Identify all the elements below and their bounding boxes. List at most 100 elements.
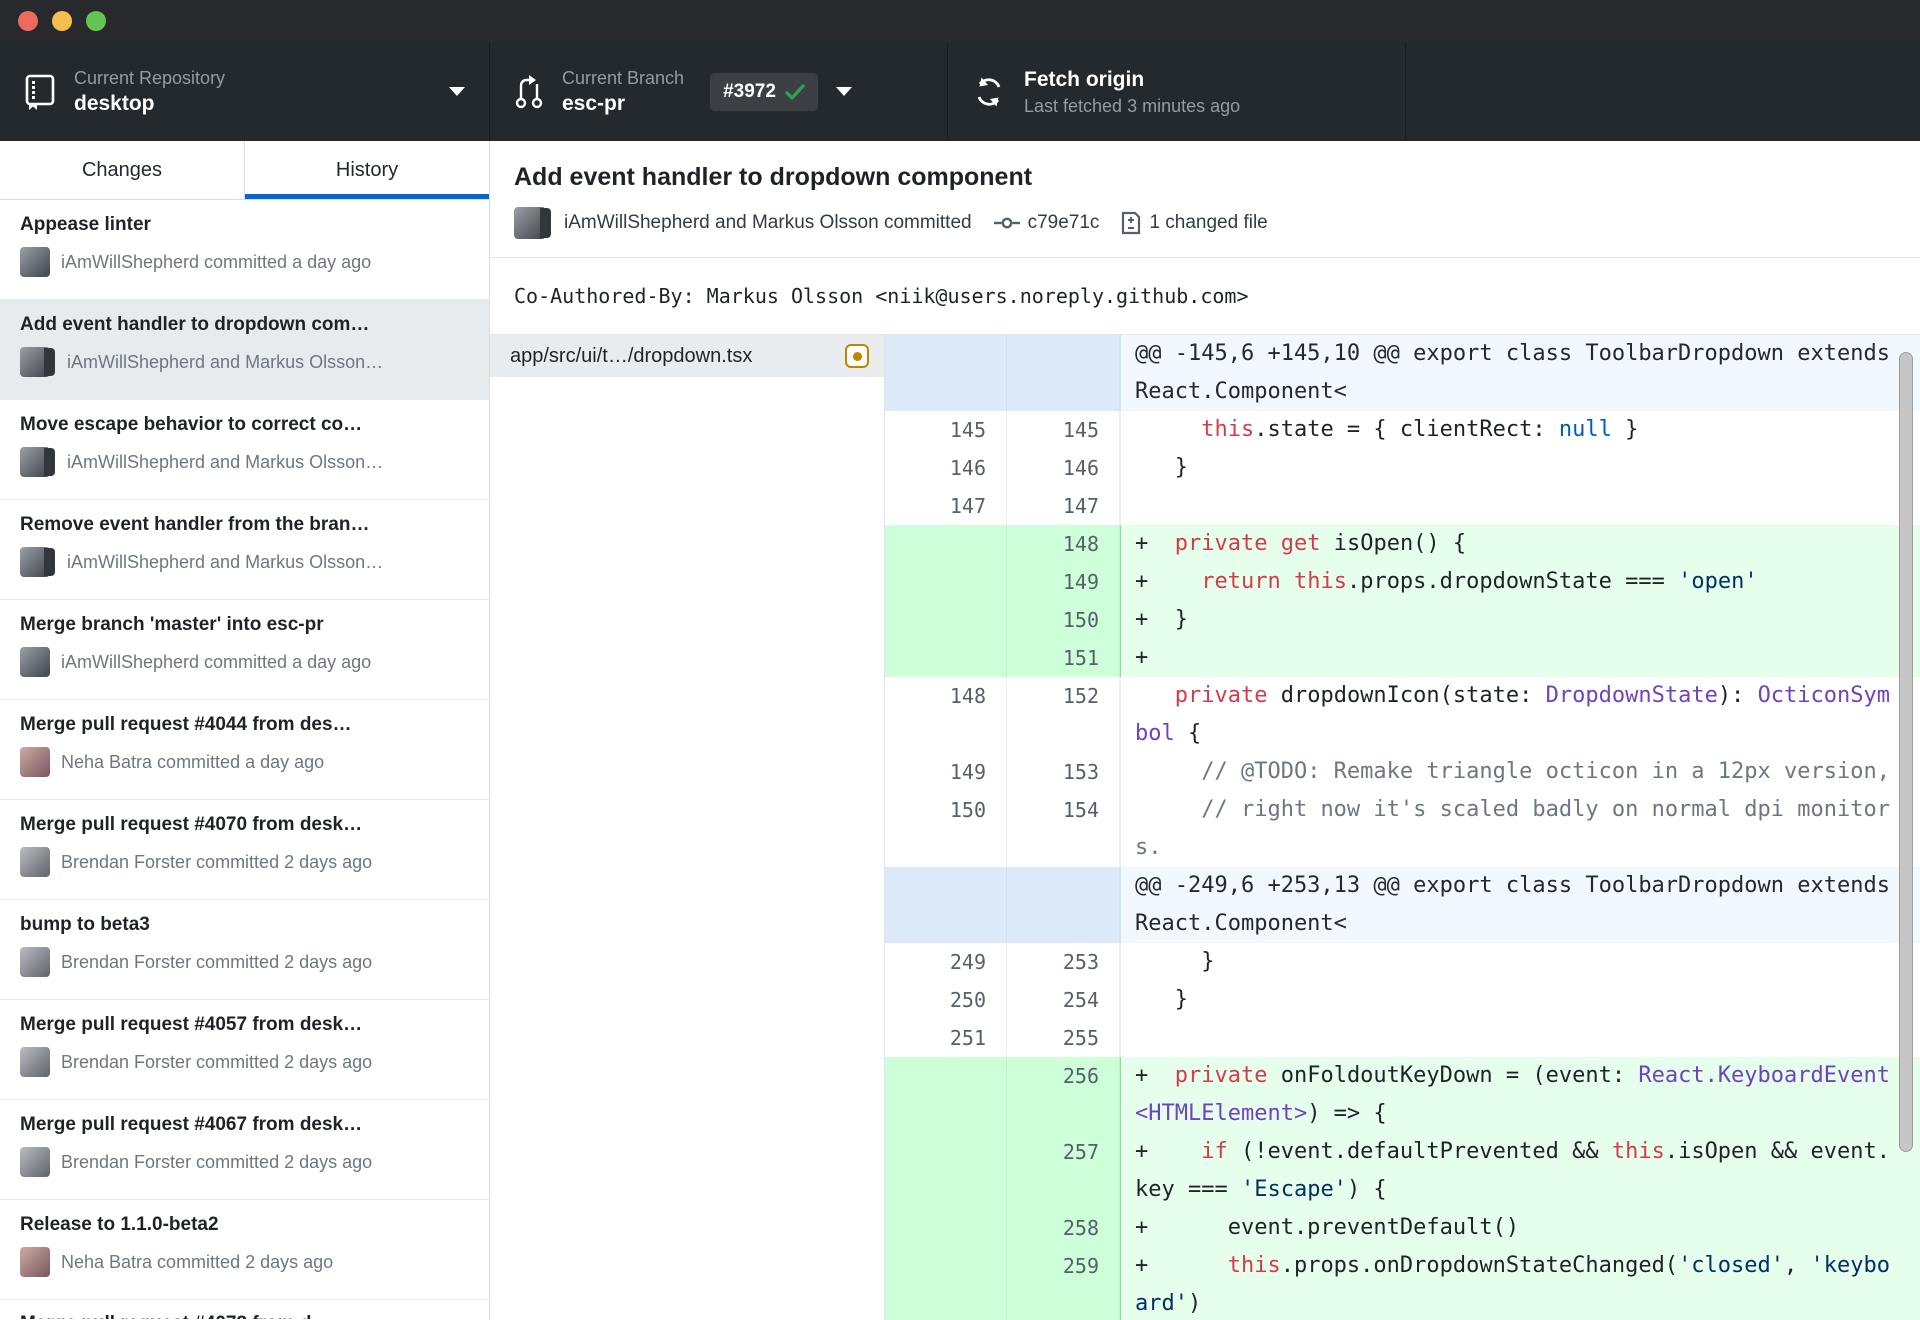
commit-list-item[interactable]: Appease linter iAmWillShepherd committed … [0, 200, 489, 300]
commit-list-item[interactable]: Merge pull request #4067 from desk… Brend… [0, 1100, 489, 1200]
commit-meta: Neha Batra committed a day ago [61, 751, 325, 772]
check-icon [785, 83, 805, 100]
commit-title: Add event handler to dropdown com… [20, 314, 370, 335]
diff-line: 251 255 [885, 1019, 1920, 1057]
diff-line: 151 + [885, 639, 1920, 677]
diff-view: app/src/ui/t…/dropdown.tsx @@ -145,6 +14… [490, 335, 1920, 1320]
sync-arrows-icon [972, 75, 1006, 109]
github-desktop-window: Current Repository desktop Current Branc… [0, 0, 1920, 1320]
line-number-gutter: 150 [1007, 601, 1120, 639]
diff-line: 149 153 // @TODO: Remake triangle octicon… [885, 753, 1920, 791]
line-number-gutter: 254 [1007, 981, 1120, 1019]
commit-list-item[interactable]: bump to beta3 Brendan Forster committed 2… [0, 900, 489, 1000]
avatar [20, 1047, 50, 1077]
line-number-gutter: 146 [1007, 449, 1120, 487]
commit-list-item[interactable]: Merge pull request #4070 from desk… Brend… [0, 800, 489, 900]
line-number-gutter: 152 [1007, 677, 1120, 753]
commit-meta: Neha Batra committed 2 days ago [61, 1251, 334, 1272]
line-number-gutter [885, 639, 1007, 677]
changed-files-panel: app/src/ui/t…/dropdown.tsx [490, 335, 885, 1320]
commit-meta: iAmWillShepherd committed a day ago [61, 251, 372, 272]
commit-list-item[interactable]: Release to 1.1.0-beta2 Neha Batra committ… [0, 1200, 489, 1300]
commit-title: Add event handler to dropdown component [514, 163, 1033, 191]
line-number-gutter [1007, 867, 1120, 943]
line-number-gutter [1007, 335, 1120, 411]
commit-list-item[interactable]: Add event handler to dropdown com… iAmWil… [0, 300, 489, 400]
diff-code-text: + } [1120, 601, 1920, 639]
commit-meta: Brendan Forster committed 2 days ago [61, 1051, 373, 1072]
caret-down-icon [449, 87, 465, 96]
commit-list-item[interactable]: Remove event handler from the bran… iAmWi… [0, 500, 489, 600]
diff-file-icon [1121, 211, 1141, 235]
commit-list-item[interactable]: Merge branch 'master' into esc-pr iAmWill… [0, 600, 489, 700]
fetch-origin-title: Fetch origin [1024, 67, 1145, 91]
diff-code-text: + this.props.onDropdownStateChanged('clo… [1120, 1247, 1920, 1320]
commit-list-item[interactable]: Merge pull request #4073 from d… [0, 1300, 489, 1319]
current-repository-label: Current Repository [74, 67, 226, 88]
commit-meta: Brendan Forster committed 2 days ago [61, 951, 373, 972]
commit-list-item[interactable]: Move escape behavior to correct co… iAmWi… [0, 400, 489, 500]
current-branch-value: esc-pr [562, 91, 626, 115]
commit-meta: iAmWillShepherd and Markus Olsson… [67, 451, 384, 472]
diff-code-text: private dropdownIcon(state: DropdownStat… [1120, 677, 1920, 753]
diff-code-text: } [1120, 449, 1920, 487]
diff-line: 250 254 } [885, 981, 1920, 1019]
current-repository-button[interactable]: Current Repository desktop [0, 42, 490, 141]
line-number-gutter: 153 [1007, 753, 1120, 791]
commit-sha[interactable]: c79e71c [1028, 212, 1100, 234]
avatar [20, 247, 50, 277]
line-number-gutter: 251 [885, 1019, 1007, 1057]
avatar [20, 747, 50, 777]
commit-title: Merge pull request #4057 from desk… [20, 1014, 363, 1035]
diff-line: 147 147 [885, 487, 1920, 525]
minimize-window-button[interactable] [52, 11, 72, 31]
line-number-gutter: 257 [1007, 1133, 1120, 1209]
commit-description: Co-Authored-By: Markus Olsson <niik@user… [490, 258, 1920, 335]
commit-list-item[interactable]: Merge pull request #4057 from desk… Brend… [0, 1000, 489, 1100]
commit-title: Appease linter [20, 214, 151, 235]
avatar [20, 947, 50, 977]
line-number-gutter [885, 563, 1007, 601]
commit-list-item[interactable]: Merge pull request #4044 from des… Neha B… [0, 700, 489, 800]
commit-title: Move escape behavior to correct co… [20, 414, 363, 435]
toolbar: Current Repository desktop Current Branc… [0, 42, 1920, 141]
diff-line: 149 + return this.props.dropdownState ===… [885, 563, 1920, 601]
modified-dot-icon [845, 344, 869, 368]
current-branch-button[interactable]: Current Branch esc-pr #3972 [490, 42, 948, 141]
close-window-button[interactable] [18, 11, 38, 31]
line-number-gutter [885, 601, 1007, 639]
tab-history[interactable]: History [245, 141, 489, 199]
diff-code-text [1120, 487, 1920, 525]
avatar [20, 1247, 50, 1277]
line-number-gutter: 259 [1007, 1247, 1120, 1320]
commit-header: Add event handler to dropdown component … [490, 141, 1920, 258]
diff-line: 145 145 this.state = { clientRect: null } [885, 411, 1920, 449]
current-repository-value: desktop [74, 91, 155, 115]
commit-title: Merge branch 'master' into esc-pr [20, 614, 324, 635]
commit-title: Merge pull request #4073 from d… [20, 1313, 469, 1319]
avatar [20, 647, 50, 677]
repo-book-icon [24, 73, 56, 111]
diff-scrollbar[interactable] [1899, 352, 1913, 1152]
diff-code-text: @@ -249,6 +253,13 @@ export class Toolba… [1120, 867, 1920, 943]
avatar [20, 347, 55, 377]
line-number-gutter: 145 [885, 411, 1007, 449]
line-number-gutter: 151 [1007, 639, 1120, 677]
commit-title: Merge pull request #4044 from des… [20, 714, 352, 735]
line-number-gutter [885, 1057, 1007, 1133]
diff-line: 259 + this.props.onDropdownStateChanged('… [885, 1247, 1920, 1320]
commit-node-icon [993, 215, 1020, 231]
line-number-gutter: 154 [1007, 791, 1120, 867]
diff-code-text [1120, 1019, 1920, 1057]
diff-line: 256 + private onFoldoutKeyDown = (event: … [885, 1057, 1920, 1133]
file-list-item[interactable]: app/src/ui/t…/dropdown.tsx [490, 335, 884, 377]
current-branch-label: Current Branch [562, 67, 685, 88]
diff-hunk-header: @@ -145,6 +145,10 @@ export class Toolba… [885, 335, 1920, 411]
tab-changes[interactable]: Changes [0, 141, 245, 199]
commit-meta: Brendan Forster committed 2 days ago [61, 1151, 373, 1172]
fetch-origin-button[interactable]: Fetch origin Last fetched 3 minutes ago [948, 42, 1406, 141]
pr-number-badge: #3972 [710, 72, 818, 111]
diff-code-text: @@ -145,6 +145,10 @@ export class Toolba… [1120, 335, 1920, 411]
zoom-window-button[interactable] [86, 11, 106, 31]
commit-detail-pane: Add event handler to dropdown component … [490, 141, 1920, 1320]
